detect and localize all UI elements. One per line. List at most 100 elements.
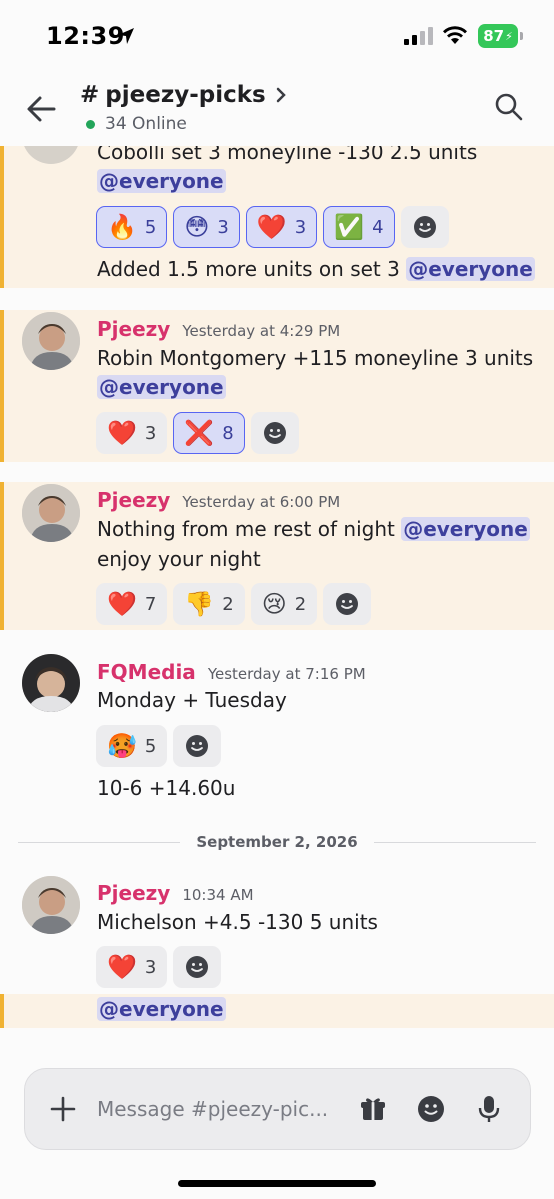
message-timestamp: 10:34 AM: [182, 886, 254, 904]
microphone-icon[interactable]: [477, 1095, 501, 1123]
message-list[interactable]: Cobolli set 3 moneyline -130 2.5 units @…: [0, 146, 554, 1050]
author-name[interactable]: Pjeezy: [97, 488, 170, 512]
message-timestamp: Yesterday at 7:16 PM: [207, 665, 366, 683]
date-divider: September 2, 2026: [18, 832, 537, 852]
message-composer: [24, 1068, 531, 1150]
online-status-dot: [86, 119, 95, 129]
cross-mark-emoji: ❌: [184, 419, 215, 447]
avatar[interactable]: [22, 484, 80, 542]
flushed-emoji: 😳: [184, 213, 210, 241]
message-header: Pjeezy 10:34 AM: [97, 881, 254, 905]
mention-everyone[interactable]: @everyone: [97, 169, 226, 193]
smiley-add-icon: [336, 593, 359, 615]
reaction-count: 2: [222, 593, 234, 615]
reaction-count: 8: [222, 422, 234, 444]
search-icon[interactable]: [494, 92, 524, 122]
reaction-count: 7: [144, 593, 157, 615]
mention-everyone[interactable]: @everyone: [97, 997, 226, 1021]
status-time: 12:39: [46, 22, 125, 50]
emoji-icon[interactable]: [417, 1095, 445, 1123]
channel-hash-icon: #: [80, 82, 100, 108]
message-text: Robin Montgomery +115 moneyline 3 units: [97, 346, 533, 370]
message-body: Monday + Tuesday: [97, 688, 287, 712]
message-body: Nothing from me rest of night: [97, 517, 402, 541]
add-reaction-button[interactable]: [250, 412, 299, 454]
message-text: @everyone: [97, 375, 226, 399]
message-text: enjoy your night: [97, 547, 261, 571]
add-reaction-button[interactable]: [173, 946, 222, 988]
avatar[interactable]: [22, 654, 80, 712]
message-header: Pjeezy Yesterday at 4:29 PM: [97, 317, 340, 341]
reaction-count: 3: [144, 422, 157, 444]
heart-emoji: ❤️: [256, 213, 287, 241]
reaction-heart[interactable]: ❤️ 3: [245, 206, 318, 248]
reaction-crying[interactable]: 😢 2: [250, 583, 318, 625]
reaction-bar: ❤️ 3 ❌ 8: [96, 412, 299, 454]
message-text: Michelson +4.5 -130 5 units: [97, 910, 378, 934]
heart-emoji: ❤️: [107, 419, 137, 447]
smiley-add-icon: [263, 422, 286, 444]
plus-icon[interactable]: [49, 1095, 77, 1123]
smiley-add-icon: [186, 735, 209, 757]
wifi-icon: [443, 26, 467, 44]
reaction-cross[interactable]: ❌ 8: [173, 412, 245, 454]
divider-rule: [373, 841, 537, 843]
reaction-count: 3: [294, 216, 307, 238]
message-timestamp: Yesterday at 6:00 PM: [182, 493, 341, 511]
message-line: Cobolli set 3 moneyline -130 2.5 units: [97, 146, 478, 164]
message-body: enjoy your night: [97, 547, 261, 571]
add-reaction-button[interactable]: [400, 206, 449, 248]
heart-emoji: ❤️: [107, 590, 137, 618]
online-count-label: 34 Online: [105, 114, 187, 134]
reaction-check[interactable]: ✅ 4: [323, 206, 395, 248]
message-text: @everyone: [97, 169, 226, 193]
channel-header: # pjeezy-picks 34 Online: [0, 72, 554, 146]
reaction-count: 3: [217, 216, 229, 238]
mention-highlight: [0, 994, 554, 1028]
reaction-heart[interactable]: ❤️ 3: [96, 946, 168, 988]
channel-title[interactable]: # pjeezy-picks: [80, 82, 286, 108]
reaction-count: 2: [294, 593, 307, 615]
message-header: FQMedia Yesterday at 7:16 PM: [97, 660, 366, 684]
followup-text: Added 1.5 more units on set 3: [97, 257, 407, 281]
mention-everyone[interactable]: @everyone: [401, 517, 530, 541]
channel-name: pjeezy-picks: [105, 82, 266, 108]
date-divider-label: September 2, 2026: [196, 833, 358, 851]
back-arrow-icon[interactable]: [24, 92, 58, 126]
smiley-add-icon: [186, 956, 209, 978]
battery-tip: [520, 32, 523, 40]
reaction-heart[interactable]: ❤️ 7: [96, 583, 168, 625]
reaction-bar: 🔥 5 😳 3 ❤️ 3 ✅ 4: [96, 206, 449, 248]
add-reaction-button[interactable]: [323, 583, 372, 625]
reaction-hot-face[interactable]: 🥵 5: [96, 725, 168, 767]
reaction-count: 3: [144, 956, 157, 978]
charging-bolt-icon: ⚡: [505, 29, 513, 43]
gift-icon[interactable]: [359, 1095, 387, 1123]
add-reaction-button[interactable]: [173, 725, 222, 767]
reaction-bar: ❤️ 7 👎 2 😢 2: [96, 583, 372, 625]
mention-everyone[interactable]: @everyone: [406, 257, 535, 281]
reaction-count: 4: [372, 216, 384, 238]
author-name[interactable]: Pjeezy: [97, 317, 170, 341]
smiley-add-icon: [413, 216, 436, 238]
message-text: @everyone: [97, 997, 226, 1021]
message-text: Added 1.5 more units on set 3 @everyone: [97, 257, 535, 281]
author-name[interactable]: Pjeezy: [97, 881, 170, 905]
reaction-fire[interactable]: 🔥 5: [96, 206, 168, 248]
message-input[interactable]: [97, 1097, 337, 1121]
avatar[interactable]: [22, 312, 80, 370]
heart-emoji: ❤️: [107, 953, 137, 981]
author-name[interactable]: FQMedia: [97, 660, 196, 684]
mention-everyone[interactable]: @everyone: [97, 375, 226, 399]
battery-indicator: 87 ⚡: [478, 24, 518, 48]
status-bar: 12:39 87 ⚡: [0, 0, 554, 72]
location-arrow-icon: [118, 28, 134, 44]
hot-face-emoji: 🥵: [107, 732, 137, 760]
avatar[interactable]: [22, 876, 80, 934]
crying-emoji: 😢: [261, 590, 287, 618]
reaction-flushed[interactable]: 😳 3: [173, 206, 240, 248]
message-text: Nothing from me rest of night @everyone: [97, 517, 530, 541]
message-body: Robin Montgomery +115 moneyline 3 units: [97, 346, 534, 370]
reaction-thumbs-down[interactable]: 👎 2: [173, 583, 245, 625]
reaction-heart[interactable]: ❤️ 3: [96, 412, 168, 454]
